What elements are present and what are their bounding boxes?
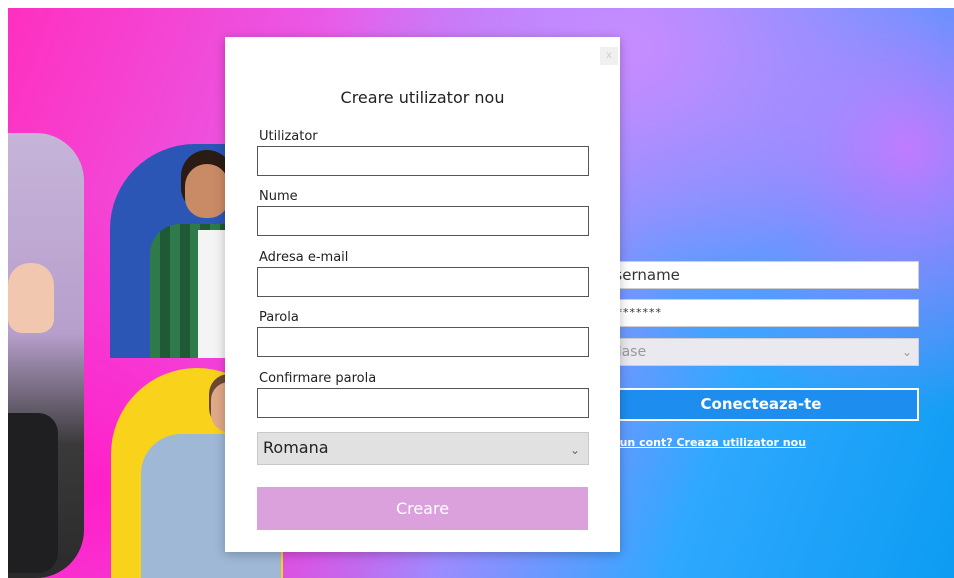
confirm-password-input[interactable] (257, 388, 589, 418)
email-input[interactable] (257, 267, 589, 297)
confirm-password-label: Confirmare parola (259, 371, 377, 386)
username-label: Utilizator (259, 129, 318, 144)
name-input[interactable] (257, 206, 589, 236)
name-label: Nume (259, 189, 298, 204)
username-input[interactable] (257, 146, 589, 176)
password-label: Parola (259, 310, 299, 325)
chevron-down-icon: ⌄ (901, 345, 912, 359)
photo-card-arch (8, 133, 84, 578)
email-label: Adresa e-mail (259, 250, 349, 265)
login-username-input[interactable]: Jsername (603, 261, 919, 289)
password-input[interactable] (257, 327, 589, 357)
connect-button[interactable]: Conecteaza-te (603, 388, 919, 421)
photo-detail-hand (8, 263, 54, 333)
login-password-input[interactable]: ******** (603, 299, 919, 327)
photo-detail-head (185, 164, 229, 218)
language-select-value: Romana (263, 438, 329, 457)
close-icon[interactable]: x (600, 47, 618, 65)
login-class-select[interactable]: clase ⌄ (603, 338, 919, 366)
create-account-link[interactable]: i un cont? Creaza utilizator nou (612, 436, 806, 449)
create-button[interactable]: Creare (257, 487, 588, 530)
photo-detail-bag (8, 413, 58, 573)
language-select[interactable]: Romana ⌄ (257, 432, 589, 465)
create-user-modal: x Creare utilizator nou Utilizator Nume … (225, 37, 620, 552)
chevron-down-icon: ⌄ (569, 443, 580, 457)
modal-title: Creare utilizator nou (340, 88, 505, 107)
